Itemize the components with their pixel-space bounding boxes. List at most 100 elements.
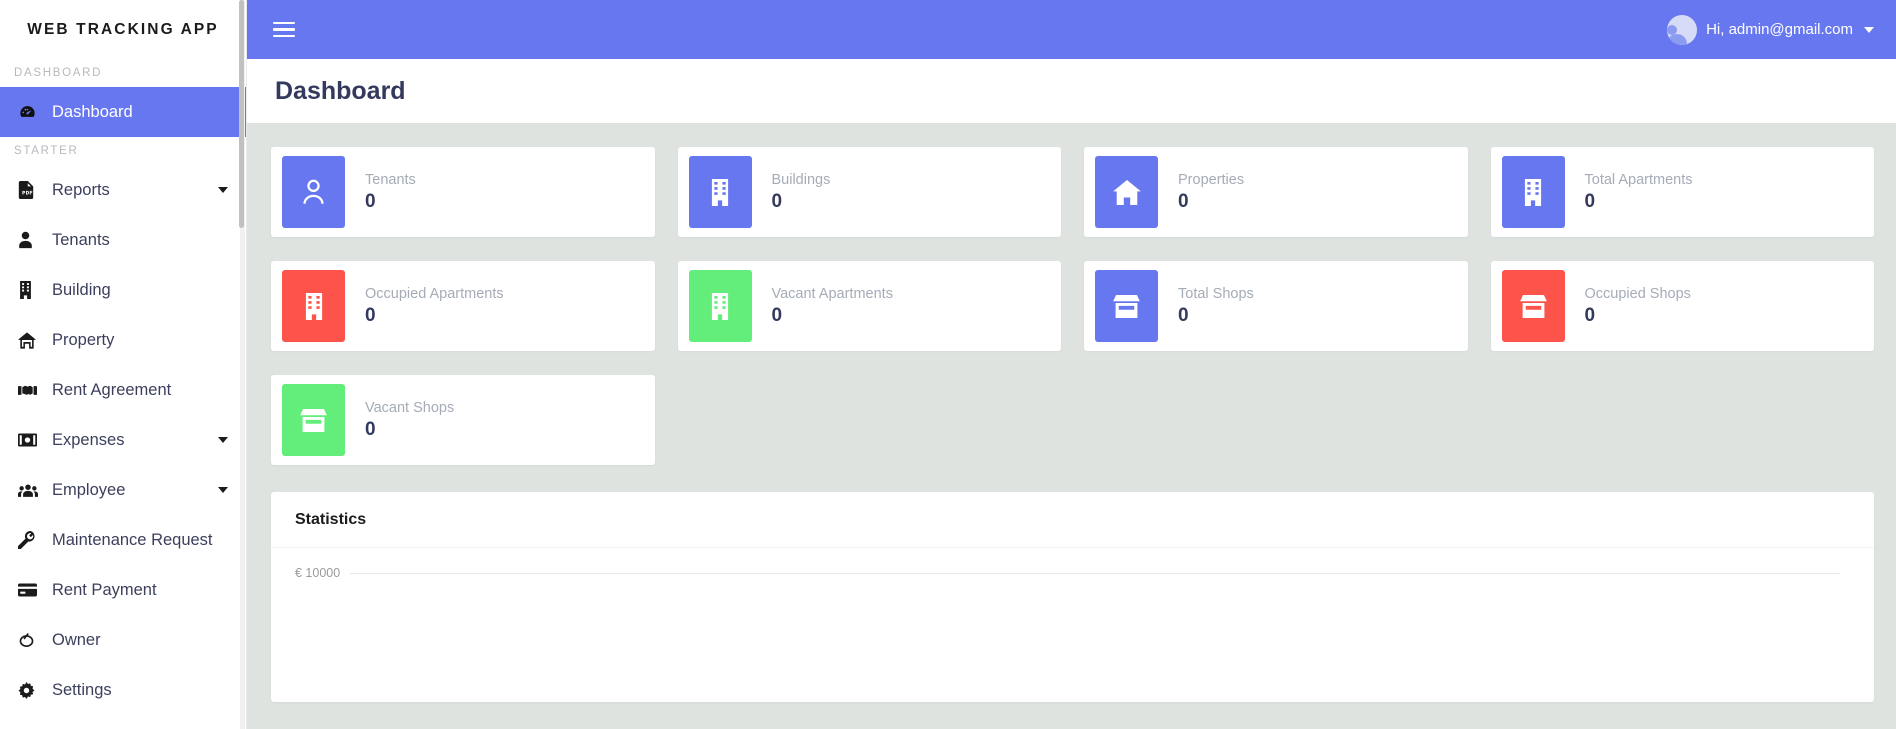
stat-card-buildings[interactable]: Buildings 0 xyxy=(677,147,1061,237)
statistics-panel: Statistics € 10000 xyxy=(271,492,1874,702)
stat-card-body: Vacant Shops 0 xyxy=(345,401,454,440)
building-icon xyxy=(709,292,731,320)
stat-card-value: 0 xyxy=(1584,191,1596,213)
sidebar-section-dashboard: DASHBOARD xyxy=(14,67,103,79)
stat-card-body: Tenants 0 xyxy=(345,173,416,212)
building-icon xyxy=(303,292,325,320)
stat-card-value: 0 xyxy=(365,419,376,441)
stat-card-label: Occupied Apartments xyxy=(365,285,504,302)
stat-card-icon-box xyxy=(1501,270,1565,342)
shop-icon xyxy=(1113,294,1140,318)
chevron-down-icon xyxy=(218,487,228,493)
stat-card-icon-box xyxy=(282,156,345,228)
stat-card-label: Tenants xyxy=(365,171,416,188)
sidebar: WEB TRACKING APP DASHBOARD Dashboard STA… xyxy=(0,0,247,729)
chevron-down-icon xyxy=(218,437,228,443)
stat-card-body: Properties 0 xyxy=(1158,173,1244,212)
user-menu[interactable]: Hi, admin@gmail.com xyxy=(1667,14,1874,45)
stat-card-value: 0 xyxy=(365,305,376,327)
sidebar-item-label: Rent Payment xyxy=(52,580,157,599)
sidebar-item-label: Settings xyxy=(52,680,112,699)
stat-card-body: Occupied Shops 0 xyxy=(1565,287,1691,326)
stat-card-body: Total Shops 0 xyxy=(1158,287,1254,326)
chart-gridline-top: € 10000 xyxy=(295,566,1840,580)
stat-card-body: Vacant Apartments 0 xyxy=(752,287,893,326)
app-root: WEB TRACKING APP DASHBOARD Dashboard STA… xyxy=(0,0,1896,729)
sidebar-item-rent-payment[interactable]: Rent Payment xyxy=(0,565,246,615)
stat-card-value: 0 xyxy=(771,305,783,327)
sidebar-item-employee[interactable]: Employee xyxy=(0,465,246,515)
stat-card-body: Buildings 0 xyxy=(752,173,831,212)
credit-card-icon xyxy=(18,583,52,597)
user-icon xyxy=(301,178,326,206)
sidebar-item-label: Rent Agreement xyxy=(52,380,172,399)
sidebar-item-building[interactable]: Building xyxy=(0,265,246,315)
sidebar-item-tenants[interactable]: Tenants xyxy=(0,215,246,265)
shop-icon xyxy=(1519,294,1547,318)
chevron-down-icon xyxy=(1864,26,1874,33)
statistics-title: Statistics xyxy=(271,492,1874,548)
sidebar-item-label: Maintenance Request xyxy=(52,530,213,549)
hamburger-icon[interactable] xyxy=(273,21,295,38)
stat-card-icon-box xyxy=(282,384,345,456)
sidebar-item-expenses[interactable]: Expenses xyxy=(0,415,246,465)
stat-card-occupied-shops[interactable]: Occupied Shops 0 xyxy=(1490,261,1874,351)
chart-y-tick-label: € 10000 xyxy=(295,566,341,580)
sidebar-item-label: Property xyxy=(52,330,115,349)
building-icon xyxy=(709,178,731,206)
home-icon xyxy=(18,331,52,349)
stat-card-label: Properties xyxy=(1178,171,1245,188)
building-icon xyxy=(18,281,52,299)
stat-card-value: 0 xyxy=(1178,305,1189,327)
sidebar-item-maintenance-request[interactable]: Maintenance Request xyxy=(0,515,246,565)
sidebar-item-reports[interactable]: Reports xyxy=(0,165,246,215)
sidebar-item-label: Reports xyxy=(52,180,110,199)
stat-card-total-apartments[interactable]: Total Apartments 0 xyxy=(1490,147,1874,237)
sidebar-item-label: Tenants xyxy=(52,230,110,249)
chevron-down-icon xyxy=(218,187,228,193)
stat-card-vacant-shops[interactable]: Vacant Shops 0 xyxy=(271,375,655,465)
gear-icon xyxy=(18,681,52,699)
stat-card-value: 0 xyxy=(1178,191,1189,213)
file-pdf-icon xyxy=(18,181,52,199)
users-icon xyxy=(18,483,52,498)
sidebar-scrollbar-thumb[interactable] xyxy=(239,0,244,228)
money-bill-icon xyxy=(18,433,52,447)
stat-card-icon-box xyxy=(1095,270,1158,342)
stat-card-vacant-apartments[interactable]: Vacant Apartments 0 xyxy=(677,261,1061,351)
shop-icon xyxy=(300,408,327,432)
stat-card-value: 0 xyxy=(771,191,783,213)
stat-card-tenants[interactable]: Tenants 0 xyxy=(271,147,655,237)
sidebar-item-label: Dashboard xyxy=(52,102,133,121)
sidebar-item-property[interactable]: Property xyxy=(0,315,246,365)
stat-card-value: 0 xyxy=(1584,305,1596,327)
stat-card-icon-box xyxy=(1095,156,1158,228)
building-icon xyxy=(1522,178,1544,206)
app-brand-title: WEB TRACKING APP xyxy=(27,20,219,38)
avatar-icon xyxy=(1667,14,1698,45)
sidebar-scrollbar-track[interactable] xyxy=(239,0,245,729)
stat-card-value: 0 xyxy=(365,191,376,213)
stat-card-properties[interactable]: Properties 0 xyxy=(1084,147,1468,237)
sidebar-item-owner[interactable]: Owner xyxy=(0,615,246,665)
stat-card-icon-box xyxy=(1501,156,1565,228)
sidebar-item-label: Owner xyxy=(52,630,101,649)
stat-card-icon-box xyxy=(282,270,345,342)
sidebar-item-settings[interactable]: Settings xyxy=(0,665,246,715)
speedometer-icon xyxy=(18,103,52,122)
stat-card-label: Vacant Shops xyxy=(365,399,455,416)
sidebar-item-rent-agreement[interactable]: Rent Agreement xyxy=(0,365,246,415)
stat-card-icon-box xyxy=(688,270,752,342)
stat-card-total-shops[interactable]: Total Shops 0 xyxy=(1084,261,1468,351)
page-header: Dashboard xyxy=(247,59,1896,123)
home-icon xyxy=(1112,179,1141,205)
sidebar-item-dashboard[interactable]: Dashboard xyxy=(0,87,246,137)
stat-card-body: Occupied Apartments 0 xyxy=(345,287,504,326)
page-title: Dashboard xyxy=(275,76,406,105)
sidebar-item-label: Expenses xyxy=(52,430,125,449)
stat-card-occupied-apartments[interactable]: Occupied Apartments 0 xyxy=(271,261,655,351)
user-icon xyxy=(18,231,52,249)
stat-card-label: Occupied Shops xyxy=(1584,285,1691,302)
dashboard-content: Tenants 0 Buildings 0 Properties 0 Total… xyxy=(247,123,1896,702)
stat-card-grid: Tenants 0 Buildings 0 Properties 0 Total… xyxy=(271,147,1874,465)
